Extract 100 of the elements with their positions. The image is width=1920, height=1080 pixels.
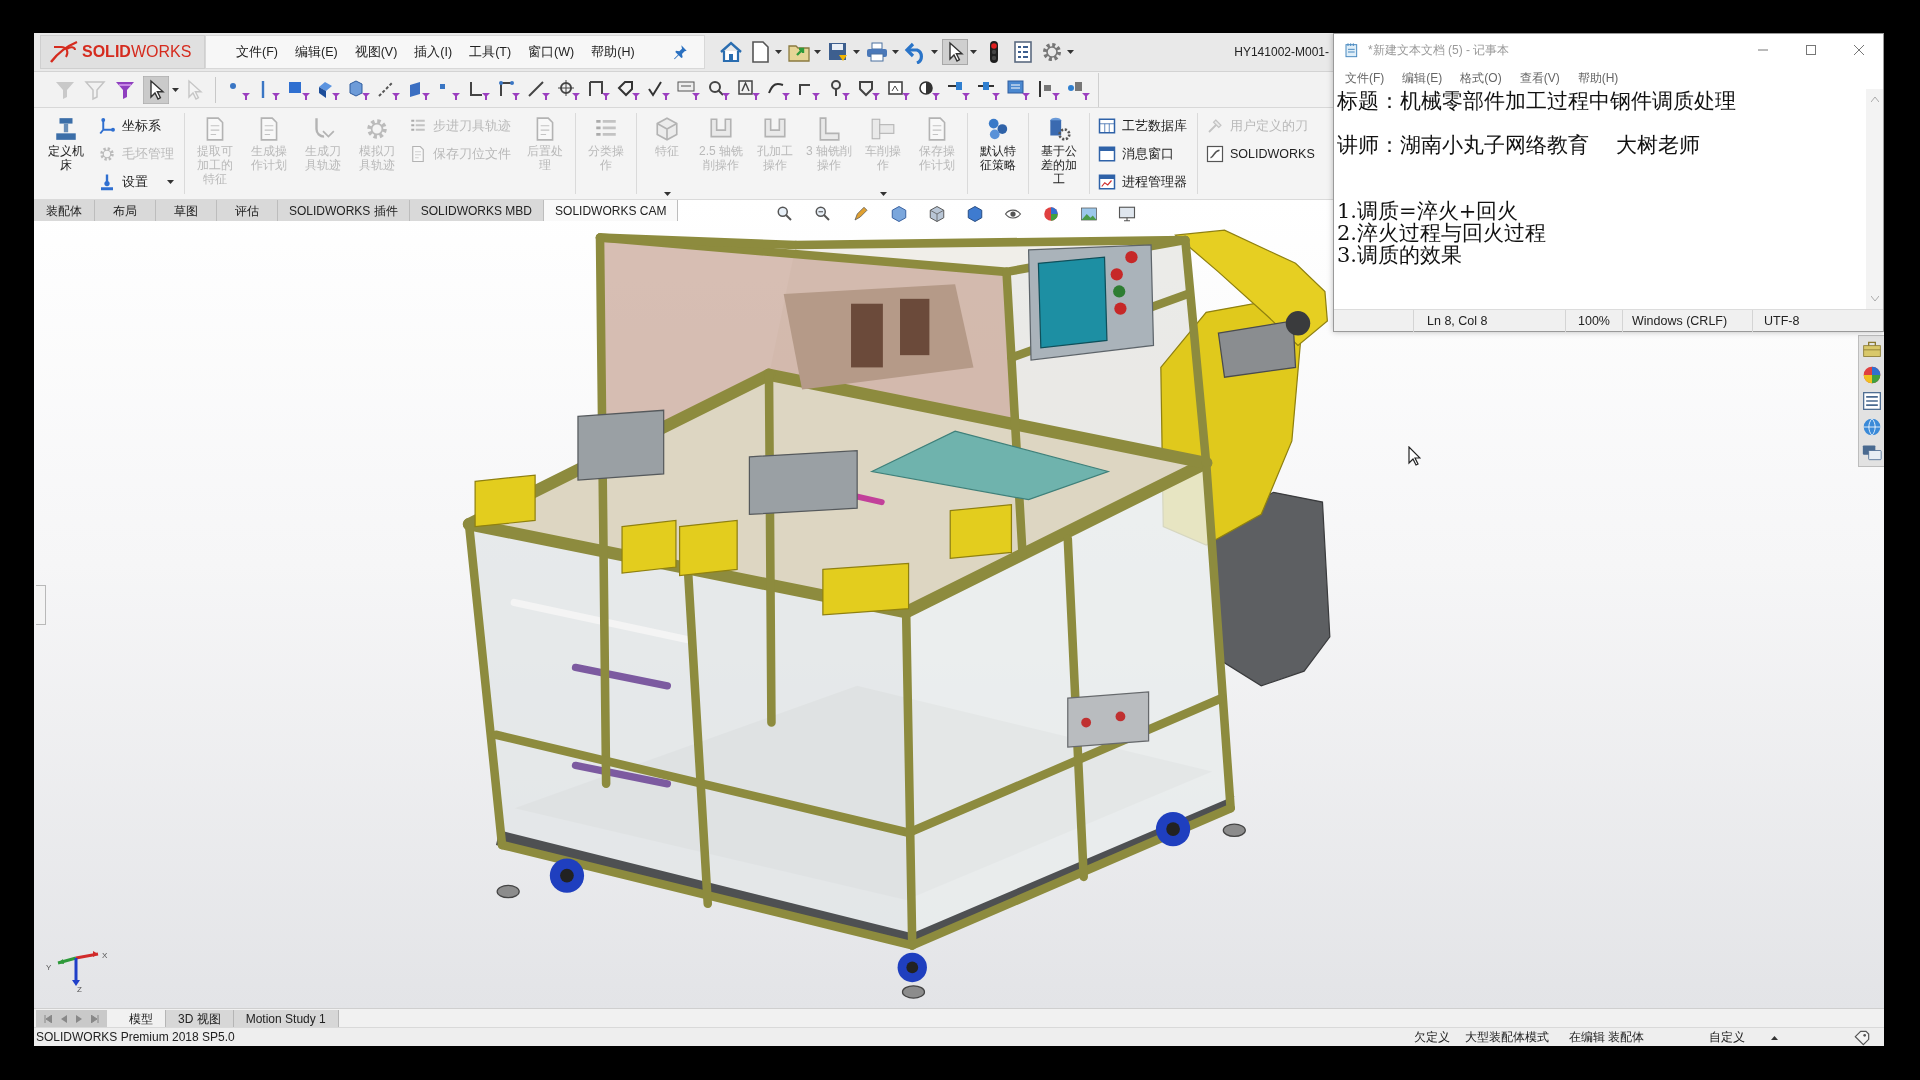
ribbon-tab[interactable]: SOLIDWORKS CAM xyxy=(544,200,679,221)
menu-item[interactable]: 编辑(E) xyxy=(294,42,338,62)
document-title: HY141002-M001- xyxy=(1234,44,1329,61)
list-icon[interactable] xyxy=(1011,40,1035,64)
ribbon-button[interactable]: 设置 xyxy=(95,168,177,196)
chart-window-icon xyxy=(1098,173,1116,191)
landscape-icon[interactable] xyxy=(1080,205,1098,223)
ribbon-button[interactable]: 默认特征策略 xyxy=(973,116,1023,198)
home-icon[interactable] xyxy=(719,40,743,64)
crosshair-filter-icon[interactable] xyxy=(557,78,581,101)
magnifier-icon[interactable] xyxy=(814,205,832,223)
ribbon-button[interactable]: 基于公差的加工 xyxy=(1034,116,1084,198)
cube-icon[interactable] xyxy=(890,205,908,223)
cursor-icon xyxy=(1408,445,1421,466)
status-field: 在编辑 装配体 xyxy=(1569,1028,1709,1046)
half-circle-filter-icon[interactable] xyxy=(917,78,941,101)
ribbon-button[interactable]: 工艺数据库 xyxy=(1095,112,1190,140)
tag-filter-icon[interactable] xyxy=(617,78,641,101)
menu-item[interactable]: 编辑(E) xyxy=(1393,68,1452,87)
notepad-icon xyxy=(1344,42,1360,58)
tag-icon[interactable] xyxy=(1854,1029,1870,1046)
maximize-icon xyxy=(1806,45,1816,55)
ribbon-button[interactable]: 消息窗口 xyxy=(1095,140,1190,168)
caret-icon[interactable] xyxy=(172,87,179,92)
shield-filter-icon[interactable] xyxy=(857,78,881,101)
panel-handle[interactable] xyxy=(36,585,46,625)
pin-icon[interactable] xyxy=(672,44,688,60)
caret-icon[interactable] xyxy=(853,50,860,54)
caret-icon[interactable] xyxy=(1067,50,1074,54)
leveling-foot xyxy=(496,884,520,899)
frame-filter-icon[interactable] xyxy=(587,78,611,101)
leveling-foot xyxy=(901,985,926,999)
caret-icon[interactable] xyxy=(931,50,938,54)
caret-up-icon[interactable] xyxy=(1771,1035,1778,1040)
pointer-icon[interactable] xyxy=(943,40,967,64)
ribbon-tab[interactable]: SOLIDWORKS 插件 xyxy=(278,200,410,221)
cube-icon[interactable] xyxy=(966,205,984,223)
toolbox-icon[interactable] xyxy=(1861,339,1882,359)
ribbon-tab[interactable]: 装配体 xyxy=(34,200,95,221)
axis-label: X xyxy=(102,952,108,960)
printer-icon[interactable] xyxy=(865,40,889,64)
text-line: 1.调质=淬火+回火 xyxy=(1337,200,1519,222)
status-field: Windows (CRLF) xyxy=(1622,310,1752,332)
menu-item[interactable]: 帮助(H) xyxy=(1568,68,1628,87)
ribbon-button[interactable]: 坐标系 xyxy=(95,112,177,140)
menu-item[interactable]: 格式(O) xyxy=(1451,68,1511,87)
corner-filter-icon[interactable] xyxy=(497,78,521,101)
pointer-icon[interactable] xyxy=(143,75,169,104)
clamp-block xyxy=(949,503,1013,560)
menu-item[interactable]: 文件(F) xyxy=(1336,68,1394,87)
gear-icon xyxy=(98,145,116,163)
text-filter-icon[interactable] xyxy=(737,78,761,101)
status-field: 100% xyxy=(1565,310,1622,332)
view-tab[interactable]: Motion Study 1 xyxy=(233,1010,339,1027)
edge-filter-icon[interactable] xyxy=(527,78,551,101)
ribbon-tab[interactable]: 草图 xyxy=(156,200,217,221)
ribbon-button[interactable]: 定义机床 xyxy=(41,116,91,198)
table-window-icon xyxy=(1098,117,1116,135)
settings-icon[interactable] xyxy=(1040,40,1064,64)
caret-icon[interactable] xyxy=(970,50,977,54)
window-filter-icon[interactable] xyxy=(1007,78,1031,101)
caret-icon[interactable] xyxy=(814,50,821,54)
note-filter-icon[interactable] xyxy=(677,78,701,101)
cube-icon[interactable] xyxy=(928,205,946,223)
color-sphere-icon[interactable] xyxy=(1861,365,1882,385)
close-icon xyxy=(1854,45,1864,55)
menu-item[interactable]: 插入(I) xyxy=(414,42,453,62)
monitor-icon[interactable] xyxy=(1118,205,1136,223)
text-editor-field[interactable]: 标题：机械零部件加工过程中钢件调质处理 讲师：湖南小丸子网络教育 大树老师 1.调质=淬火+回火 2.淬火过程与回火过程 3.调质的效果 xyxy=(1334,89,1866,309)
menu-item[interactable]: 工具(T) xyxy=(469,42,512,62)
menu-item[interactable]: 视图(V) xyxy=(354,42,398,62)
list-icon[interactable] xyxy=(1861,391,1882,411)
status-field: Ln 8, Col 8 xyxy=(1413,310,1565,332)
menu-item[interactable]: 查看(V) xyxy=(1510,68,1569,87)
text-line: 讲师：湖南小丸子网络教育 大树老师 xyxy=(1337,134,1700,156)
ribbon-button[interactable]: SOLIDWORKS xyxy=(1203,140,1318,168)
magnifier-icon[interactable] xyxy=(776,205,794,223)
color-sphere-icon[interactable] xyxy=(1042,205,1060,223)
ribbon-tab[interactable]: 评估 xyxy=(217,200,278,221)
view-tab[interactable]: 3D 视图 xyxy=(166,1010,234,1027)
lathe-part-icon xyxy=(870,116,896,142)
ribbon-button[interactable]: 进程管理器 xyxy=(1095,168,1190,196)
ribbon-tab[interactable]: SOLIDWORKS MBD xyxy=(409,200,545,221)
menu-item[interactable]: 文件(F) xyxy=(236,42,278,62)
bar-filter-icon[interactable] xyxy=(1037,78,1061,101)
text-line: 2.淬火过程与回火过程 xyxy=(1337,222,1547,244)
caster-wheel xyxy=(549,858,585,893)
frame-filter-icon[interactable] xyxy=(887,78,911,101)
menu-item[interactable]: 窗口(W) xyxy=(528,42,575,62)
globe-icon[interactable] xyxy=(1861,417,1882,437)
cube-filter-icon[interactable] xyxy=(347,78,371,101)
pencil-icon[interactable] xyxy=(852,205,870,223)
caret-icon[interactable] xyxy=(892,50,899,54)
magnifier-filter-icon[interactable] xyxy=(707,78,731,101)
menu-item[interactable]: 帮助(H) xyxy=(591,42,635,62)
logo-text: SOLIDWORKS xyxy=(82,42,192,62)
ribbon-tab[interactable]: 布局 xyxy=(95,200,156,221)
status-field: 自定义 xyxy=(1709,1028,1771,1046)
chat-bubbles-icon[interactable] xyxy=(1861,443,1882,463)
caret-icon[interactable] xyxy=(775,50,782,54)
